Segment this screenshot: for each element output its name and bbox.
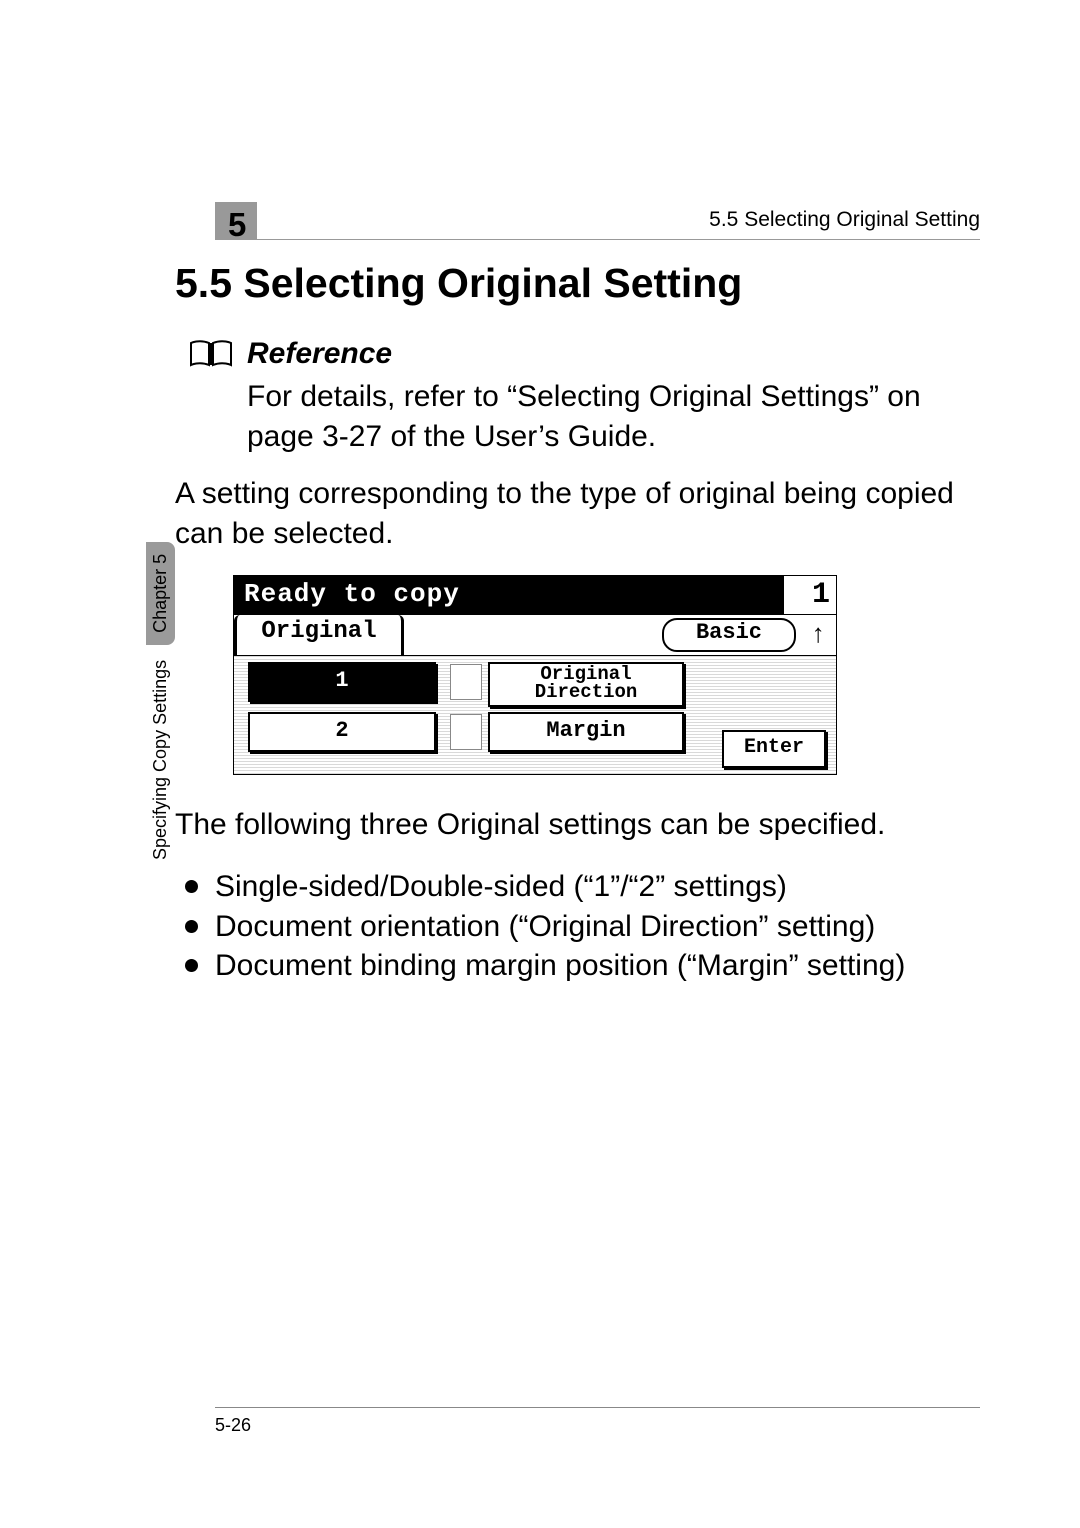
- reference-label: Reference: [247, 337, 392, 371]
- lcd-option-2-label: 2: [250, 714, 434, 748]
- lcd-screenshot: Ready to copy 1 Original Basic ↑ 1 2 Ori…: [233, 575, 837, 775]
- lcd-option-1-label: 1: [250, 664, 434, 698]
- single-page-icon: [450, 664, 482, 700]
- side-chapter-tab: Chapter 5: [146, 542, 175, 645]
- header-rule: [215, 239, 980, 240]
- lcd-orig-dir-line2: Direction: [490, 683, 682, 701]
- book-icon: [189, 339, 233, 369]
- reference-body: For details, refer to “Selecting Origina…: [247, 377, 985, 456]
- intro-paragraph: A setting corresponding to the type of o…: [175, 474, 985, 553]
- lcd-tab-original[interactable]: Original: [234, 615, 404, 655]
- list-item: Document orientation (“Original Directio…: [181, 907, 985, 947]
- settings-list: Single-sided/Double-sided (“1”/“2” setti…: [175, 867, 985, 986]
- side-section: Specifying Copy Settings: [150, 660, 170, 860]
- list-item: Single-sided/Double-sided (“1”/“2” setti…: [181, 867, 985, 907]
- list-item-text: Single-sided/Double-sided (“1”/“2” setti…: [215, 870, 787, 903]
- reference-block: Reference For details, refer to “Selecti…: [189, 337, 985, 456]
- lcd-option-1[interactable]: 1: [248, 662, 436, 702]
- lcd-status: Ready to copy: [234, 576, 783, 614]
- double-page-icon: [450, 714, 482, 750]
- side-label: Specifying Copy Settings Chapter 5: [146, 542, 175, 860]
- list-item: Document binding margin position (“Margi…: [181, 946, 985, 986]
- footer-rule: [215, 1407, 980, 1408]
- lcd-option-2[interactable]: 2: [248, 712, 436, 752]
- lcd-enter-button[interactable]: Enter: [722, 730, 826, 768]
- running-head: 5.5 Selecting Original Setting: [709, 208, 980, 232]
- followup-paragraph: The following three Original settings ca…: [175, 805, 985, 845]
- page-number: 5-26: [215, 1415, 251, 1436]
- lcd-up-arrow-icon[interactable]: ↑: [800, 620, 836, 650]
- lcd-basic-button[interactable]: Basic: [662, 618, 796, 652]
- lcd-original-direction-button[interactable]: Original Direction: [488, 662, 684, 707]
- list-item-text: Document binding margin position (“Margi…: [215, 949, 905, 982]
- lcd-margin-button[interactable]: Margin: [488, 712, 684, 752]
- list-item-text: Document orientation (“Original Directio…: [215, 910, 875, 943]
- chapter-number-tab: 5: [215, 202, 257, 240]
- section-title: 5.5 Selecting Original Setting: [175, 260, 985, 307]
- lcd-copy-count: 1: [783, 576, 836, 614]
